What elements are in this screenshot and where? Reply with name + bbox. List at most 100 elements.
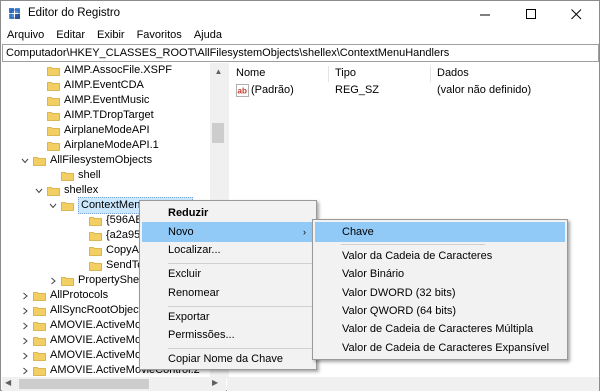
tree-item[interactable]: AllSyncRootObjects (20, 303, 147, 318)
scroll-up-icon[interactable]: ▲ (210, 63, 227, 80)
chevron-placeholder (34, 66, 44, 76)
folder-icon (61, 201, 74, 211)
scroll-right-icon[interactable]: ▶ (212, 378, 218, 387)
registry-editor-app-icon (8, 7, 22, 21)
tree-item[interactable]: AllFilesystemObjects (20, 153, 152, 168)
folder-icon (47, 96, 60, 106)
window-title: Editor do Registro (28, 7, 121, 19)
tree-item-label: AirplaneModeAPI.1 (64, 139, 159, 151)
chevron-right-icon[interactable] (20, 366, 30, 376)
tree-item-label: shellex (64, 184, 99, 196)
chevron-down-icon[interactable] (48, 201, 58, 211)
menu-item-new[interactable]: Novo › (142, 222, 314, 242)
tree-item[interactable]: AIMP.EventMusic (34, 93, 149, 108)
tree-item-label: AllProtocols (50, 289, 109, 301)
folder-icon (47, 141, 60, 151)
menu-item-delete[interactable]: Excluir (142, 264, 314, 284)
title-bar[interactable]: Editor do Registro (1, 1, 599, 27)
menu-item-rename[interactable]: Renomear (142, 283, 314, 303)
tree-item[interactable]: shellex (34, 183, 98, 198)
chevron-placeholder (76, 261, 86, 271)
scroll-left-icon[interactable]: ◀ (5, 378, 11, 387)
tree-item-label: shell (78, 169, 101, 181)
values-horizontal-scrollbar[interactable] (229, 377, 599, 391)
chevron-right-icon[interactable] (20, 336, 30, 346)
submenu-item-dword-value[interactable]: Valor DWORD (32 bits) (315, 283, 565, 303)
tree-item-label: AirplaneModeAPI (64, 124, 150, 136)
chevron-right-icon[interactable] (20, 306, 30, 316)
tree-item-label: AIMP.EventMusic (64, 94, 150, 106)
menu-item-collapse[interactable]: Reduzir (142, 203, 314, 223)
chevron-right-icon[interactable] (48, 276, 58, 286)
chevron-placeholder (34, 81, 44, 91)
submenu-item-binary-value[interactable]: Valor Binário (315, 264, 565, 284)
folder-icon (33, 156, 46, 166)
folder-icon (33, 291, 46, 301)
column-header-type[interactable]: Tipo (335, 66, 356, 81)
column-header-name[interactable]: Nome (236, 66, 265, 81)
menu-item-copy-key-name[interactable]: Copiar Nome da Chave (142, 349, 314, 369)
chevron-right-icon[interactable] (20, 351, 30, 361)
column-separator[interactable] (430, 66, 431, 82)
value-data: (valor não definido) (437, 84, 532, 96)
tree-hscroll-thumb[interactable] (19, 379, 149, 389)
tree-scroll-thumb[interactable] (212, 123, 224, 143)
submenu-item-string-value[interactable]: Valor da Cadeia de Caracteres (315, 246, 565, 266)
maximize-button[interactable] (509, 1, 554, 27)
menu-item-permissions[interactable]: Permissões... (142, 325, 314, 345)
menu-arquivo[interactable]: Arquivo (1, 27, 50, 44)
menu-ajuda[interactable]: Ajuda (188, 27, 228, 44)
chevron-right-icon[interactable] (20, 321, 30, 331)
string-value-icon: ab (236, 84, 249, 97)
value-name[interactable]: (Padrão) (251, 83, 294, 98)
tree-item[interactable]: AllProtocols (20, 288, 108, 303)
submenu-item-multi-string-value[interactable]: Valor de Cadeia de Caracteres Múltipla (315, 319, 565, 339)
folder-icon (61, 171, 74, 181)
menu-exibir[interactable]: Exibir (91, 27, 131, 44)
submenu-arrow-icon: › (303, 227, 306, 237)
submenu-item-key[interactable]: Chave (315, 222, 565, 242)
submenu-item-qword-value[interactable]: Valor QWORD (64 bits) (315, 301, 565, 321)
address-bar[interactable]: Computador\HKEY_CLASSES_ROOT\AllFilesyst… (2, 44, 599, 62)
new-submenu: Chave Valor da Cadeia de Caracteres Valo… (312, 219, 568, 360)
folder-icon (33, 366, 46, 376)
chevron-down-icon[interactable] (34, 186, 44, 196)
tree-item[interactable]: AIMP.TDropTarget (34, 108, 154, 123)
folder-icon (33, 351, 46, 361)
column-header-data[interactable]: Dados (437, 66, 469, 81)
tree-item[interactable]: AIMP.EventCDA (34, 78, 144, 93)
chevron-placeholder (34, 111, 44, 121)
chevron-placeholder (34, 126, 44, 136)
minimize-icon (480, 14, 490, 15)
folder-icon (89, 261, 102, 271)
tree-item[interactable]: AIMP.AssocFile.XSPF (34, 63, 172, 78)
menu-item-find[interactable]: Localizar... (142, 240, 314, 260)
menu-item-export[interactable]: Exportar (142, 307, 314, 327)
tree-item-label: AIMP.TDropTarget (64, 109, 154, 121)
tree-horizontal-scrollbar[interactable]: ◀ ▶ (2, 377, 226, 391)
tree-item[interactable]: shell (48, 168, 101, 183)
close-icon (571, 8, 582, 19)
value-type: REG_SZ (335, 84, 380, 96)
close-button[interactable] (554, 1, 599, 27)
submenu-item-expandable-string-value[interactable]: Valor de Cadeia de Caracteres Expansível (315, 338, 565, 358)
folder-icon (47, 126, 60, 136)
column-separator[interactable] (328, 66, 329, 82)
folder-icon (33, 336, 46, 346)
tree-item[interactable]: SendTo (76, 258, 143, 273)
chevron-right-icon[interactable] (20, 291, 30, 301)
folder-icon (89, 231, 102, 241)
tree-item[interactable]: AirplaneModeAPI.1 (34, 138, 159, 153)
menu-editar[interactable]: Editar (50, 27, 91, 44)
menu-bar: Arquivo Editar Exibir Favoritos Ajuda (1, 27, 599, 44)
folder-icon (47, 186, 60, 196)
folder-icon (47, 66, 60, 76)
chevron-placeholder (34, 96, 44, 106)
folder-icon (89, 246, 102, 256)
tree-item[interactable]: AirplaneModeAPI (34, 123, 150, 138)
chevron-down-icon[interactable] (20, 156, 30, 166)
chevron-placeholder (76, 231, 86, 241)
menu-favoritos[interactable]: Favoritos (131, 27, 188, 44)
minimize-button[interactable] (463, 1, 508, 27)
chevron-placeholder (76, 216, 86, 226)
